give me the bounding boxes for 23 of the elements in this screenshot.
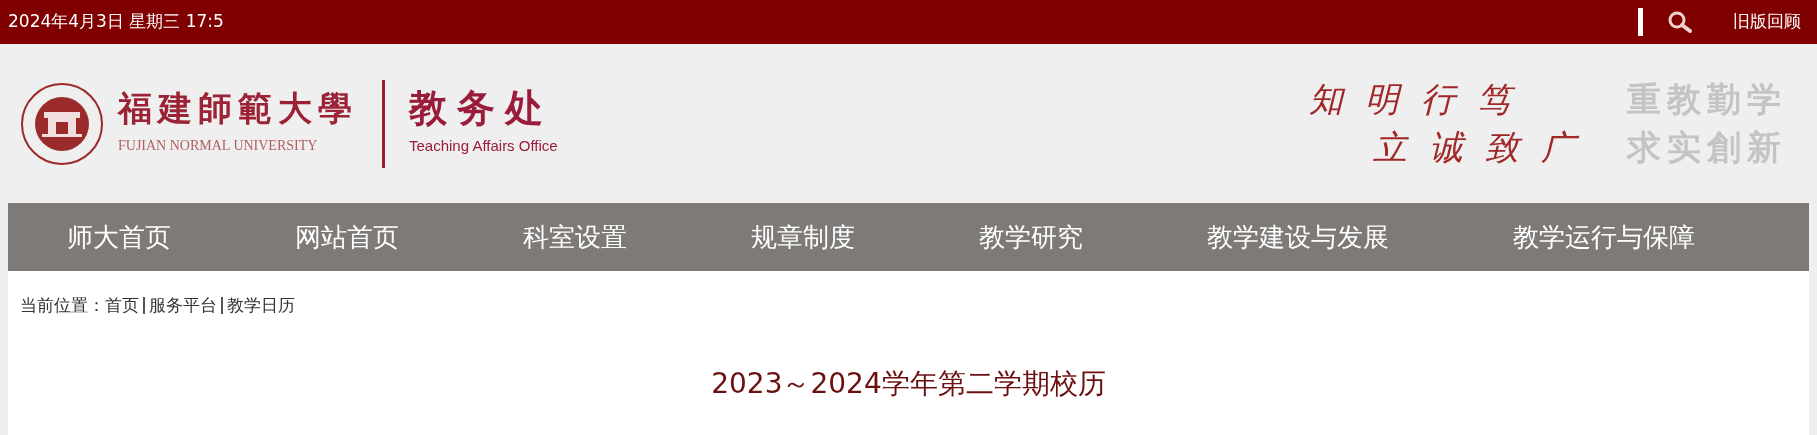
nav-item[interactable]: 教学研究 (979, 217, 1083, 257)
breadcrumb-link[interactable]: 首页 (105, 293, 139, 319)
breadcrumb-link[interactable]: 教学日历 (227, 293, 295, 319)
office-name: 教务处 (409, 89, 554, 128)
date-time: 2024年4月3日 星期三 17:5 (8, 10, 224, 34)
nav-item[interactable]: 师大首页 (67, 217, 171, 257)
office-name-english: Teaching Affairs Office (409, 136, 558, 157)
breadcrumb-link[interactable]: 服务平台 (149, 293, 217, 319)
motto-text: 立诚致广 (1373, 125, 1597, 169)
university-seal-icon (20, 81, 104, 166)
university-name-english: FUJIAN NORMAL UNIVERSITY (118, 137, 319, 155)
motto-text: 知明行笃 (1309, 77, 1534, 121)
nav-item[interactable]: 规章制度 (751, 217, 855, 257)
old-version-link[interactable]: 旧版回顾 (1733, 9, 1801, 35)
breadcrumb-label: 当前位置： (20, 294, 105, 317)
nav-item[interactable]: 科室设置 (523, 217, 627, 257)
page-title: 2023～2024学年第二学期校历 (711, 365, 1106, 402)
nav-item[interactable]: 教学运行与保障 (1513, 217, 1695, 257)
divider-bar-icon (1638, 8, 1643, 36)
search-icon[interactable] (1667, 10, 1693, 34)
nav-item[interactable]: 教学建设与发展 (1207, 217, 1389, 257)
university-name: 福建師範大學 (118, 91, 358, 125)
nav-item[interactable]: 网站首页 (295, 217, 399, 257)
